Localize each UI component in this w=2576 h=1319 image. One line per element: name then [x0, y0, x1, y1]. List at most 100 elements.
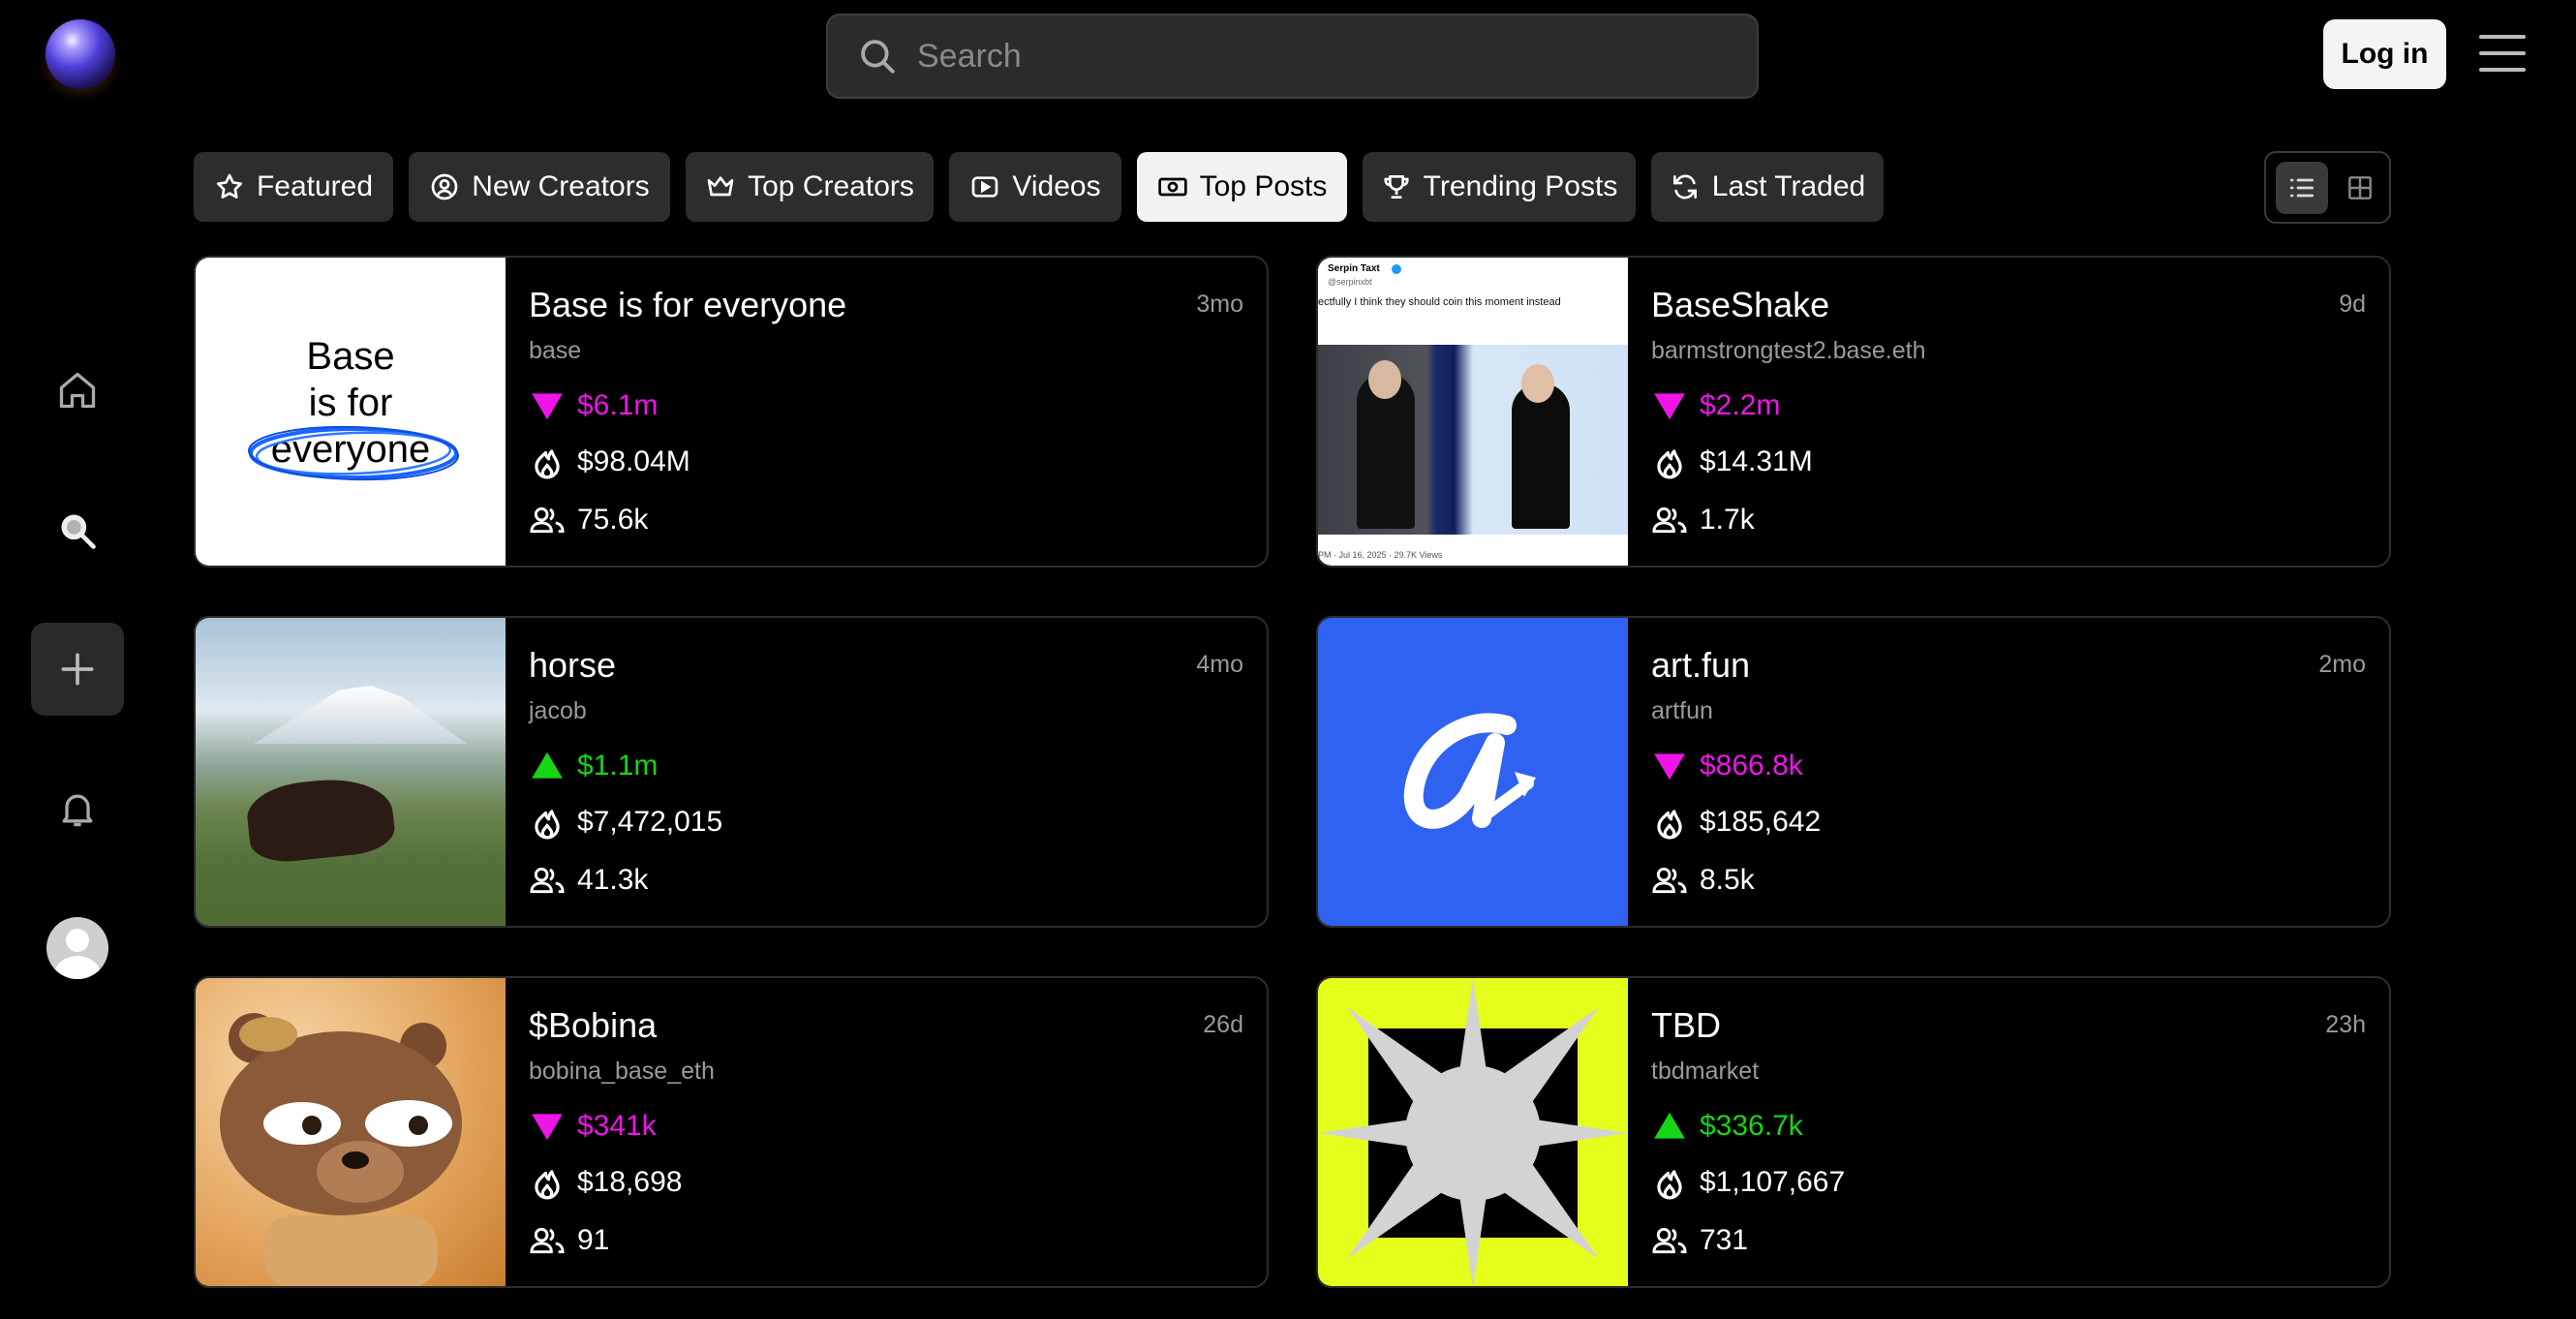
creator-handle[interactable]: barmstrongtest2.base.eth [1651, 337, 1926, 365]
volume: $1,107,667 [1651, 1164, 1845, 1201]
tweet-footer: PM · Jul 16, 2025 · 29.7K Views [1318, 550, 1443, 560]
tab-top-posts[interactable]: Top Posts [1137, 152, 1347, 222]
volume-value: $7,472,015 [577, 806, 723, 838]
horse-image [244, 773, 397, 866]
market-cap-value: $1.1m [577, 750, 659, 782]
triangle-up-icon [532, 752, 563, 779]
tab-videos[interactable]: Videos [949, 152, 1121, 222]
post-card[interactable]: TBD 23h tbdmarket $336.7k $1,107,667 731 [1316, 976, 2391, 1288]
volume: $98.04M [529, 444, 690, 480]
post-title: horse [529, 645, 617, 685]
volume: $7,472,015 [529, 804, 722, 841]
holders-value: 91 [577, 1224, 610, 1256]
market-cap-value: $2.2m [1700, 389, 1781, 421]
holders-value: 8.5k [1700, 864, 1755, 896]
post-thumbnail [1318, 978, 1628, 1286]
tab-label: Featured [256, 170, 374, 202]
users-icon [1652, 867, 1687, 894]
market-cap: $866.8k [1651, 748, 1803, 784]
holders-value: 731 [1700, 1224, 1749, 1256]
tweet-text: ectfully I think they should coin this m… [1318, 296, 1561, 308]
app-logo[interactable] [46, 19, 115, 89]
creator-handle[interactable]: base [529, 337, 581, 365]
post-title: art.fun [1651, 645, 1751, 685]
holders-value: 1.7k [1700, 504, 1755, 536]
market-cap-value: $341k [577, 1110, 657, 1142]
volume-value: $14.31M [1700, 445, 1813, 477]
tab-featured[interactable]: Featured [194, 152, 393, 222]
volume-value: $18,698 [577, 1166, 683, 1198]
volume-value: $98.04M [577, 445, 690, 477]
market-cap-value: $6.1m [577, 389, 659, 421]
market-cap-value: $866.8k [1700, 750, 1803, 782]
users-icon [530, 1227, 565, 1254]
hamburger-menu-icon[interactable] [2479, 29, 2526, 77]
post-card[interactable]: horse 4mo jacob $1.1m $7,472,015 41.3k [194, 616, 1269, 928]
play-icon [972, 176, 998, 198]
flame-icon [1657, 810, 1682, 840]
circle-scribble-icon [248, 425, 459, 481]
mountain-image [254, 686, 467, 744]
user-circle-icon [431, 173, 458, 200]
nav-create[interactable] [31, 623, 124, 716]
refresh-icon [1672, 174, 1697, 199]
holders-value: 75.6k [577, 504, 649, 536]
volume-value: $1,107,667 [1700, 1166, 1846, 1198]
thumb-text-line: is for [308, 382, 393, 424]
flame-icon [535, 810, 560, 840]
tab-trending-posts[interactable]: Trending Posts [1363, 152, 1636, 222]
star-burst-logo-icon [1318, 978, 1628, 1286]
holders: 41.3k [529, 862, 648, 899]
triangle-down-icon [532, 1114, 563, 1141]
creator-handle[interactable]: jacob [529, 697, 587, 725]
post-card[interactable]: Base is for everyone Base is for everyon… [194, 256, 1269, 567]
grid-icon [2348, 175, 2372, 199]
flame-icon [535, 449, 560, 479]
users-icon [530, 867, 565, 894]
market-cap: $2.2m [1651, 387, 1780, 424]
creator-handle[interactable]: tbdmarket [1651, 1058, 1759, 1086]
post-title: $Bobina [529, 1005, 658, 1045]
post-thumbnail: Base is for everyone [196, 258, 506, 566]
market-cap: $6.1m [529, 387, 658, 424]
nav-profile[interactable] [31, 902, 124, 995]
view-toggle [2264, 151, 2391, 224]
nav-explore[interactable] [31, 484, 124, 577]
tab-label: Top Creators [748, 170, 914, 202]
volume-value: $185,642 [1700, 806, 1822, 838]
tab-label: Trending Posts [1423, 170, 1618, 202]
post-card[interactable]: $Bobina 26d bobina_base_eth $341k $18,69… [194, 976, 1269, 1288]
post-thumbnail: Serpin Taxt @serpinxbt ectfully I think … [1318, 258, 1628, 566]
market-cap: $341k [529, 1108, 657, 1145]
grid-view-button[interactable] [2334, 162, 2386, 214]
creator-handle[interactable]: bobina_base_eth [529, 1058, 715, 1086]
login-button[interactable]: Log in [2323, 19, 2446, 89]
avatar [46, 917, 108, 979]
holders: 1.7k [1651, 502, 1755, 538]
nav-notifications[interactable] [31, 762, 124, 855]
post-card[interactable]: art.fun 2mo artfun $866.8k $185,642 8.5k [1316, 616, 2391, 928]
creator-handle[interactable]: artfun [1651, 697, 1713, 725]
volume: $18,698 [529, 1164, 682, 1201]
flame-icon [1657, 1170, 1682, 1200]
post-age: 4mo [1196, 651, 1243, 678]
post-card[interactable]: Serpin Taxt @serpinxbt ectfully I think … [1316, 256, 2391, 567]
holders: 91 [529, 1222, 609, 1259]
tab-label: Last Traded [1711, 170, 1866, 202]
nav-home[interactable] [31, 344, 124, 437]
triangle-down-icon [532, 393, 563, 420]
search-bar[interactable] [826, 14, 1759, 99]
star-icon [216, 173, 243, 199]
post-title: TBD [1651, 1005, 1721, 1045]
tab-top-creators[interactable]: Top Creators [686, 152, 934, 222]
search-input[interactable] [917, 37, 1692, 76]
triangle-down-icon [1654, 393, 1685, 420]
crown-icon [707, 176, 734, 197]
market-cap-value: $336.7k [1700, 1110, 1803, 1142]
flame-icon [1657, 449, 1682, 479]
triangle-up-icon [1654, 1112, 1685, 1139]
list-view-button[interactable] [2276, 161, 2328, 214]
tab-new-creators[interactable]: New Creators [409, 152, 670, 222]
search-icon [861, 40, 895, 74]
tab-last-traded[interactable]: Last Traded [1651, 152, 1884, 222]
